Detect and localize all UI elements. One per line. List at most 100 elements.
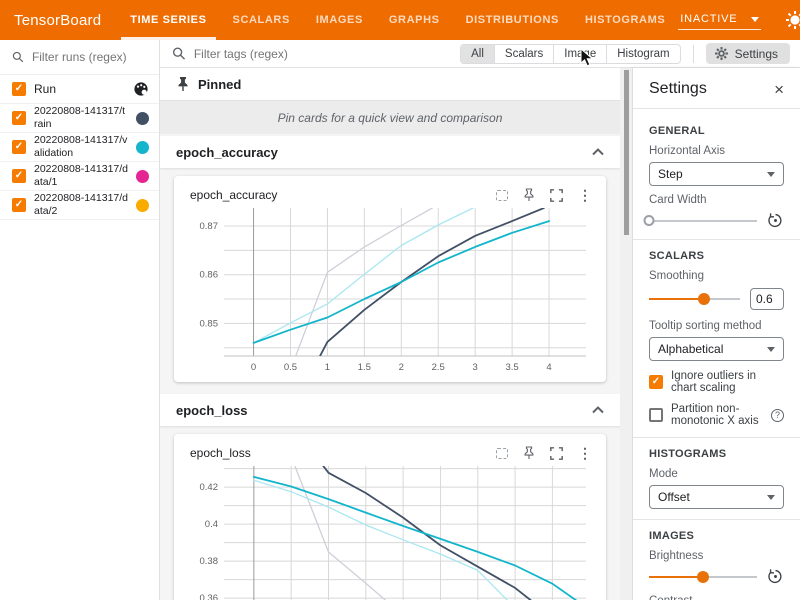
filter-histogram-button[interactable]: Histogram — [607, 45, 679, 63]
card-title: epoch_accuracy — [190, 188, 277, 202]
run-checkbox[interactable] — [12, 169, 26, 183]
chevron-down-icon — [767, 172, 775, 177]
scalar-card-epoch-loss: epoch_loss ⋮ — [174, 434, 606, 600]
x-tick-label: 2 — [399, 362, 404, 373]
settings-panel-header: Settings × — [633, 68, 800, 109]
partition-x-axis-checkbox[interactable] — [649, 408, 663, 422]
section-epoch-accuracy[interactable]: epoch_accuracy — [160, 136, 620, 168]
brightness-icon[interactable] — [783, 8, 800, 32]
fit-domain-icon[interactable] — [496, 448, 508, 459]
section-epoch-loss[interactable]: epoch_loss — [160, 394, 620, 426]
status-label: INACTIVE — [680, 13, 737, 25]
y-tick-label: 0.36 — [200, 593, 219, 600]
reload-status-select[interactable]: INACTIVE — [678, 10, 761, 30]
series-line — [320, 208, 544, 356]
smoothing-slider[interactable] — [649, 292, 740, 306]
chevron-up-icon[interactable] — [592, 148, 604, 156]
smoothing-value-input[interactable] — [750, 288, 784, 310]
settings-button[interactable]: Settings — [706, 43, 790, 64]
runs-column-header: Run — [34, 83, 125, 96]
tag-type-filter-group: All Scalars Image Histogram — [460, 44, 681, 64]
filter-image-button[interactable]: Image — [554, 45, 607, 63]
run-checkbox[interactable] — [12, 111, 26, 125]
more-options-icon[interactable]: ⋮ — [578, 446, 592, 460]
chevron-down-icon — [767, 495, 775, 500]
settings-panel-body: GENERAL Horizontal Axis Step Card Width — [633, 109, 800, 600]
runs-header-row: Run — [0, 75, 159, 104]
ignore-outliers-checkbox[interactable] — [649, 375, 663, 389]
run-checkbox[interactable] — [12, 140, 26, 154]
run-row-data-1[interactable]: 20220808-141317/data/1 — [0, 162, 159, 191]
x-tick-label: 0 — [251, 362, 256, 373]
run-name: 20220808-141317/data/2 — [34, 192, 128, 218]
settings-title: Settings — [649, 80, 707, 98]
chevron-down-icon — [767, 347, 775, 352]
app-header: TensorBoard TIME SERIES SCALARS IMAGES G… — [0, 0, 800, 40]
section-divider — [633, 239, 800, 240]
section-divider — [633, 519, 800, 520]
tab-time-series[interactable]: TIME SERIES — [117, 0, 219, 40]
tooltip-sorting-select[interactable]: Alphabetical — [649, 337, 784, 361]
close-icon[interactable]: × — [774, 81, 784, 98]
run-color-dot — [136, 112, 149, 125]
card-actions: ⋮ — [496, 188, 592, 202]
series-line — [254, 477, 579, 600]
ignore-outliers-label: Ignore outliers in chart scaling — [671, 370, 784, 394]
horizontal-axis-value: Step — [658, 167, 683, 181]
tab-histograms[interactable]: HISTOGRAMS — [572, 0, 678, 40]
reset-icon[interactable] — [767, 568, 784, 585]
card-width-slider[interactable] — [649, 214, 757, 228]
brightness-slider[interactable] — [649, 570, 757, 584]
fullscreen-icon[interactable] — [550, 189, 563, 202]
histogram-mode-value: Offset — [658, 490, 690, 504]
y-tick-label: 0.87 — [200, 221, 219, 232]
runs-filter — [0, 40, 159, 75]
gear-icon — [714, 46, 729, 61]
vertical-scrollbar[interactable] — [624, 70, 629, 235]
x-tick-label: 4 — [546, 362, 551, 373]
filter-all-button[interactable]: All — [461, 45, 495, 63]
tab-graphs[interactable]: GRAPHS — [376, 0, 453, 40]
reset-icon[interactable] — [767, 212, 784, 229]
pinned-empty-message: Pin cards for a quick view and compariso… — [160, 100, 620, 134]
partition-x-axis-row: Partition non-monotonic X axis ? — [649, 403, 784, 427]
card-header: epoch_loss ⋮ — [178, 442, 602, 464]
pin-icon[interactable] — [523, 188, 535, 202]
more-options-icon[interactable]: ⋮ — [578, 188, 592, 202]
scalar-card-epoch-accuracy: epoch_accuracy ⋮ — [174, 176, 606, 382]
card-width-label: Card Width — [649, 194, 784, 206]
run-checkbox[interactable] — [12, 198, 26, 212]
fullscreen-icon[interactable] — [550, 447, 563, 460]
tag-filter — [172, 46, 452, 61]
run-color-dot — [136, 199, 149, 212]
pin-icon[interactable] — [523, 446, 535, 460]
section-title: epoch_loss — [176, 403, 248, 418]
palette-icon[interactable] — [133, 81, 149, 97]
filter-scalars-button[interactable]: Scalars — [495, 45, 554, 63]
run-row-train[interactable]: 20220808-141317/train — [0, 104, 159, 133]
fit-domain-icon[interactable] — [496, 190, 508, 201]
brightness-label: Brightness — [649, 550, 784, 562]
run-row-validation[interactable]: 20220808-141317/validation — [0, 133, 159, 162]
horizontal-axis-select[interactable]: Step — [649, 162, 784, 186]
run-name: 20220808-141317/data/1 — [34, 163, 128, 189]
tab-images[interactable]: IMAGES — [303, 0, 376, 40]
tag-toolbar: All Scalars Image Histogram — [160, 40, 800, 68]
runs-filter-input[interactable] — [32, 50, 147, 64]
tag-filter-input[interactable] — [194, 47, 452, 61]
chevron-up-icon[interactable] — [592, 406, 604, 414]
select-all-runs-checkbox[interactable] — [12, 82, 26, 96]
pin-icon — [176, 76, 190, 92]
content-row: Pinned Pin cards for a quick view and co… — [160, 68, 800, 600]
run-row-data-2[interactable]: 20220808-141317/data/2 — [0, 191, 159, 220]
epoch-accuracy-chart[interactable]: 0.850.860.8700.511.522.533.54 — [178, 206, 602, 378]
epoch-loss-chart[interactable]: 0.360.380.40.42 — [178, 464, 602, 600]
help-icon[interactable]: ? — [771, 409, 784, 422]
y-tick-label: 0.85 — [200, 318, 219, 329]
tensorboard-app: TensorBoard TIME SERIES SCALARS IMAGES G… — [0, 0, 800, 600]
tab-scalars[interactable]: SCALARS — [220, 0, 303, 40]
x-tick-label: 0.5 — [284, 362, 297, 373]
histogram-mode-select[interactable]: Offset — [649, 485, 784, 509]
app-body: Run 20220808-141317/train 20220808-14131… — [0, 40, 800, 600]
tab-distributions[interactable]: DISTRIBUTIONS — [453, 0, 572, 40]
